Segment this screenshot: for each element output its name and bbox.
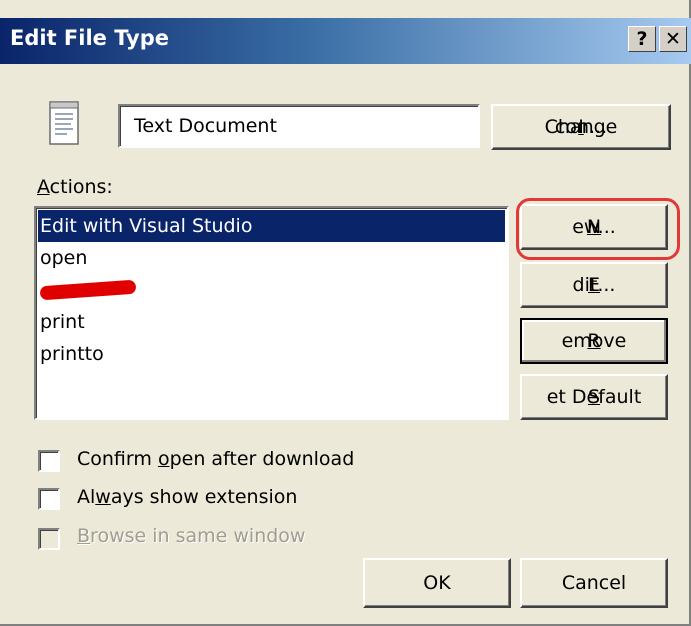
always-show-extension-checkbox[interactable] (38, 488, 60, 510)
set-default-button[interactable]: Set Default (520, 374, 668, 420)
change-icon-button[interactable]: Change Icon... (491, 104, 671, 150)
actions-list[interactable]: Edit with Visual Studio open print print… (34, 206, 509, 420)
change-icon-label-post: con... (554, 116, 608, 138)
browse-same-window-checkbox (38, 528, 60, 550)
edit-file-type-dialog: Edit File Type ? ✕ Text Document Change … (0, 0, 691, 626)
new-button[interactable]: New... (520, 204, 668, 250)
text-document-icon (49, 101, 79, 145)
redaction-mark (39, 279, 137, 301)
ok-button[interactable]: OK (363, 558, 511, 608)
remove-label: emove (561, 330, 627, 352)
browse-same-window-label: Browse in same window (77, 525, 305, 547)
list-item-label: printto (40, 343, 104, 365)
confirm-open-text-pre: Confirm (77, 448, 158, 470)
cancel-label: Cancel (561, 572, 627, 594)
confirm-open-accelerator: o (157, 448, 170, 470)
browse-accelerator: B (77, 525, 91, 547)
always-show-accelerator: w (95, 486, 111, 508)
set-default-label: et Default (546, 386, 642, 408)
file-type-name-value: Text Document (134, 115, 277, 137)
list-item-edit-with-visual-studio[interactable]: Edit with Visual Studio (38, 210, 505, 242)
window-title: Edit File Type (10, 26, 170, 50)
help-icon: ? (636, 28, 648, 50)
file-type-name-field[interactable]: Text Document (118, 104, 480, 148)
list-item-print[interactable]: print (38, 306, 505, 338)
confirm-open-text-post: pen after download (169, 448, 355, 470)
list-item-open[interactable]: open (38, 242, 505, 274)
always-show-text-pre: Al (77, 486, 96, 508)
cancel-button[interactable]: Cancel (520, 558, 668, 608)
actions-label-accelerator: A (37, 176, 50, 198)
always-show-text-post: ays show extension (110, 486, 298, 508)
new-label: ew... (572, 216, 616, 238)
close-button[interactable]: ✕ (659, 26, 687, 52)
list-item-label: open (40, 247, 88, 269)
actions-label: Actions: (37, 176, 113, 198)
actions-label-text: ctions: (49, 176, 113, 198)
list-item-label: print (40, 311, 85, 333)
list-item-redacted[interactable] (38, 274, 505, 306)
edit-label: dit... (572, 274, 616, 296)
always-show-extension-label[interactable]: Always show extension (77, 486, 297, 508)
list-item-printto[interactable]: printto (38, 338, 505, 370)
remove-button[interactable]: Remove (520, 318, 668, 364)
title-bar[interactable]: Edit File Type ? ✕ (0, 18, 691, 64)
confirm-open-checkbox[interactable] (38, 450, 60, 472)
ok-label: OK (423, 572, 451, 594)
confirm-open-label[interactable]: Confirm open after download (77, 448, 354, 470)
help-button[interactable]: ? (628, 26, 656, 52)
browse-text: rowse in same window (90, 525, 306, 547)
close-icon: ✕ (665, 28, 681, 50)
list-item-label: Edit with Visual Studio (40, 215, 253, 237)
edit-button[interactable]: Edit... (520, 262, 668, 308)
